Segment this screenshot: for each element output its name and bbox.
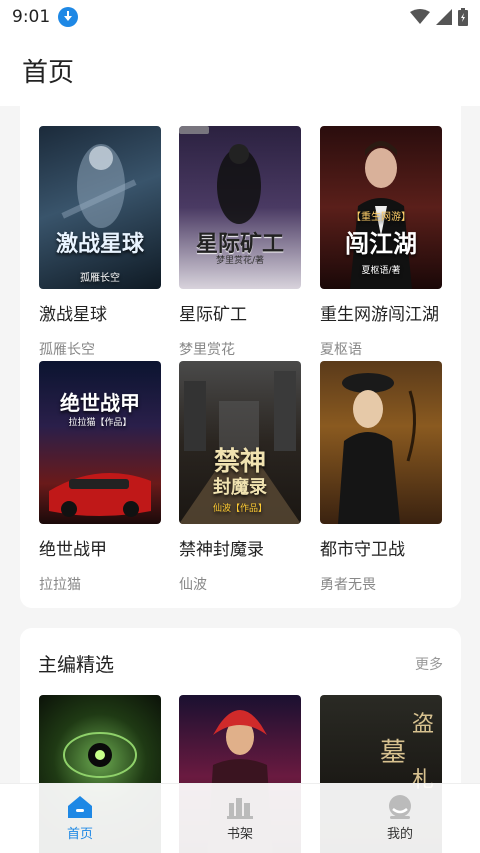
battery-icon (458, 8, 468, 26)
signal-icon (436, 9, 452, 25)
svg-text:盗: 盗 (412, 712, 434, 737)
book-author: 梦里赏花 (179, 342, 235, 358)
cover-author: 拉拉猫【作品】 (68, 418, 132, 428)
profile-icon (389, 795, 411, 819)
book-item[interactable]: 星际矿工 梦里赏花/著 星际矿工 梦里赏花 (179, 126, 301, 359)
status-bar: 9:01 (0, 0, 480, 34)
book-cover[interactable] (320, 361, 442, 524)
section-title: 主编精选 (38, 654, 115, 676)
book-author: 孤雁长空 (39, 342, 95, 358)
section-header: 主编精选 更多 (38, 650, 443, 677)
bookshelf-icon (227, 798, 253, 819)
cover-art (49, 473, 151, 517)
book-author: 勇者无畏 (320, 577, 376, 593)
book-author: 夏枢语 (320, 342, 362, 358)
nav-label: 书架 (226, 827, 253, 842)
cover-tag: 【重生网游】 (351, 212, 411, 223)
book-grid-card: 激战星球 孤雁长空 激战星球 孤雁长空 星际矿工 梦里赏花/著 星际矿工 梦里赏… (20, 100, 461, 608)
status-indicators (410, 8, 468, 26)
nav-label: 首页 (66, 827, 93, 842)
cover-author: 夏枢语/著 (361, 266, 401, 276)
cover-title: 闯江湖 (345, 230, 417, 258)
book-cover[interactable]: 星际矿工 梦里赏花/著 (179, 126, 301, 289)
book-title[interactable]: 都市守卫战 (320, 535, 442, 560)
cover-art (338, 373, 417, 524)
book-author: 拉拉猫 (39, 577, 81, 593)
nav-bookshelf[interactable]: 书架 (160, 784, 320, 853)
home-icon (68, 796, 92, 818)
cover-art (61, 144, 137, 228)
wifi-icon (410, 9, 430, 24)
status-time: 9:01 (12, 7, 51, 27)
book-title[interactable]: 激战星球 (39, 300, 161, 325)
book-item[interactable]: 绝世战甲 拉拉猫【作品】 绝世战甲 拉拉猫 (39, 361, 161, 594)
book-title[interactable]: 禁神封魔录 (179, 535, 301, 560)
page-title: 首页 (22, 57, 75, 88)
nav-label: 我的 (386, 827, 413, 842)
cover-title: 激战星球 (55, 232, 144, 257)
cover-title-2: 封魔录 (213, 477, 267, 498)
book-item[interactable]: 禁神 封魔录 仙波【作品】 禁神封魔录 仙波 (179, 361, 301, 594)
book-title[interactable]: 星际矿工 (179, 300, 301, 325)
cover-author: 梦里赏花/著 (215, 256, 265, 266)
svg-text:墓: 墓 (380, 738, 406, 768)
cover-author: 仙波【作品】 (212, 504, 267, 514)
book-cover[interactable]: 绝世战甲 拉拉猫【作品】 (39, 361, 161, 524)
book-cover[interactable]: 禁神 封魔录 仙波【作品】 (179, 361, 301, 524)
nav-profile[interactable]: 我的 (320, 784, 480, 853)
app-header: 首页 (0, 34, 480, 106)
book-author: 仙波 (179, 577, 207, 593)
book-item[interactable]: 激战星球 孤雁长空 激战星球 孤雁长空 (39, 126, 161, 359)
bottom-nav: 首页 书架 我的 (0, 783, 480, 853)
book-item[interactable]: 都市守卫战 勇者无畏 (320, 361, 442, 594)
download-icon (58, 7, 79, 27)
book-title[interactable]: 重生网游闯江湖 (320, 300, 442, 325)
book-cover[interactable]: 【重生网游】 闯江湖 夏枢语/著 (320, 126, 442, 289)
cover-title: 绝世战甲 (60, 391, 140, 415)
cover-author: 孤雁长空 (80, 273, 120, 284)
book-title[interactable]: 绝世战甲 (39, 535, 161, 560)
nav-home[interactable]: 首页 (0, 784, 160, 853)
more-link[interactable]: 更多 (415, 654, 443, 674)
book-item[interactable]: 【重生网游】 闯江湖 夏枢语/著 重生网游闯江湖 夏枢语 (320, 126, 442, 359)
book-cover[interactable]: 激战星球 孤雁长空 (39, 126, 161, 289)
